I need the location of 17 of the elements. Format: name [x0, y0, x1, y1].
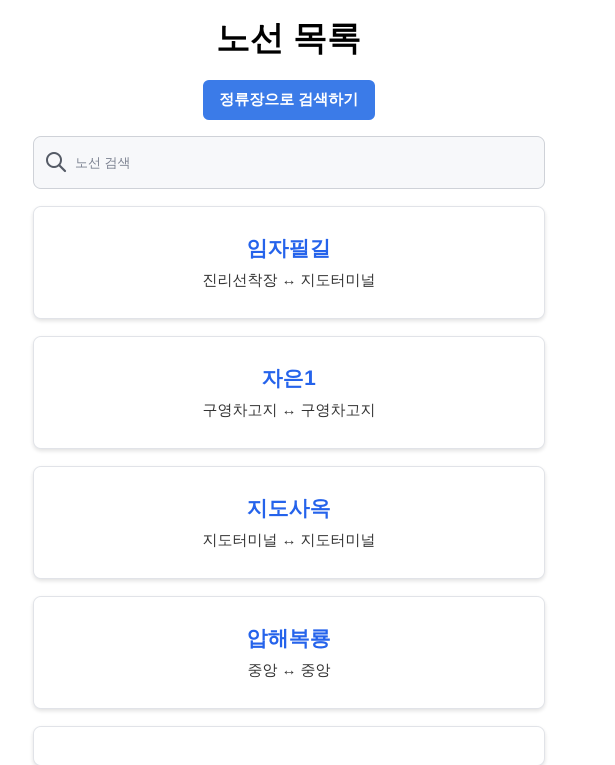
route-endpoints: 구영차고지 ↔ 구영차고지	[202, 401, 376, 421]
route-name: 자은1	[262, 366, 316, 392]
route-name: 지도사옥	[247, 496, 331, 522]
stop-search-button[interactable]: 정류장으로 검색하기	[203, 80, 375, 120]
page-title: 노선 목록	[216, 18, 362, 59]
route-name: 압해복룡	[247, 626, 331, 652]
route-card[interactable]: 자은1 구영차고지 ↔ 구영차고지	[33, 336, 545, 449]
route-card[interactable]	[33, 726, 545, 765]
route-endpoints: 지도터미널 ↔ 지도터미널	[202, 531, 376, 551]
route-card[interactable]: 지도사옥 지도터미널 ↔ 지도터미널	[33, 466, 545, 579]
route-card[interactable]: 임자필길 진리선착장 ↔ 지도터미널	[33, 206, 545, 319]
route-card[interactable]: 압해복룡 중앙 ↔ 중앙	[33, 596, 545, 709]
route-endpoints: 진리선착장 ↔ 지도터미널	[202, 271, 376, 291]
route-endpoints: 중앙 ↔ 중앙	[247, 661, 331, 681]
route-name: 임자필길	[247, 236, 331, 262]
search-field[interactable]: 노선 검색	[33, 136, 545, 189]
search-icon	[45, 151, 67, 173]
